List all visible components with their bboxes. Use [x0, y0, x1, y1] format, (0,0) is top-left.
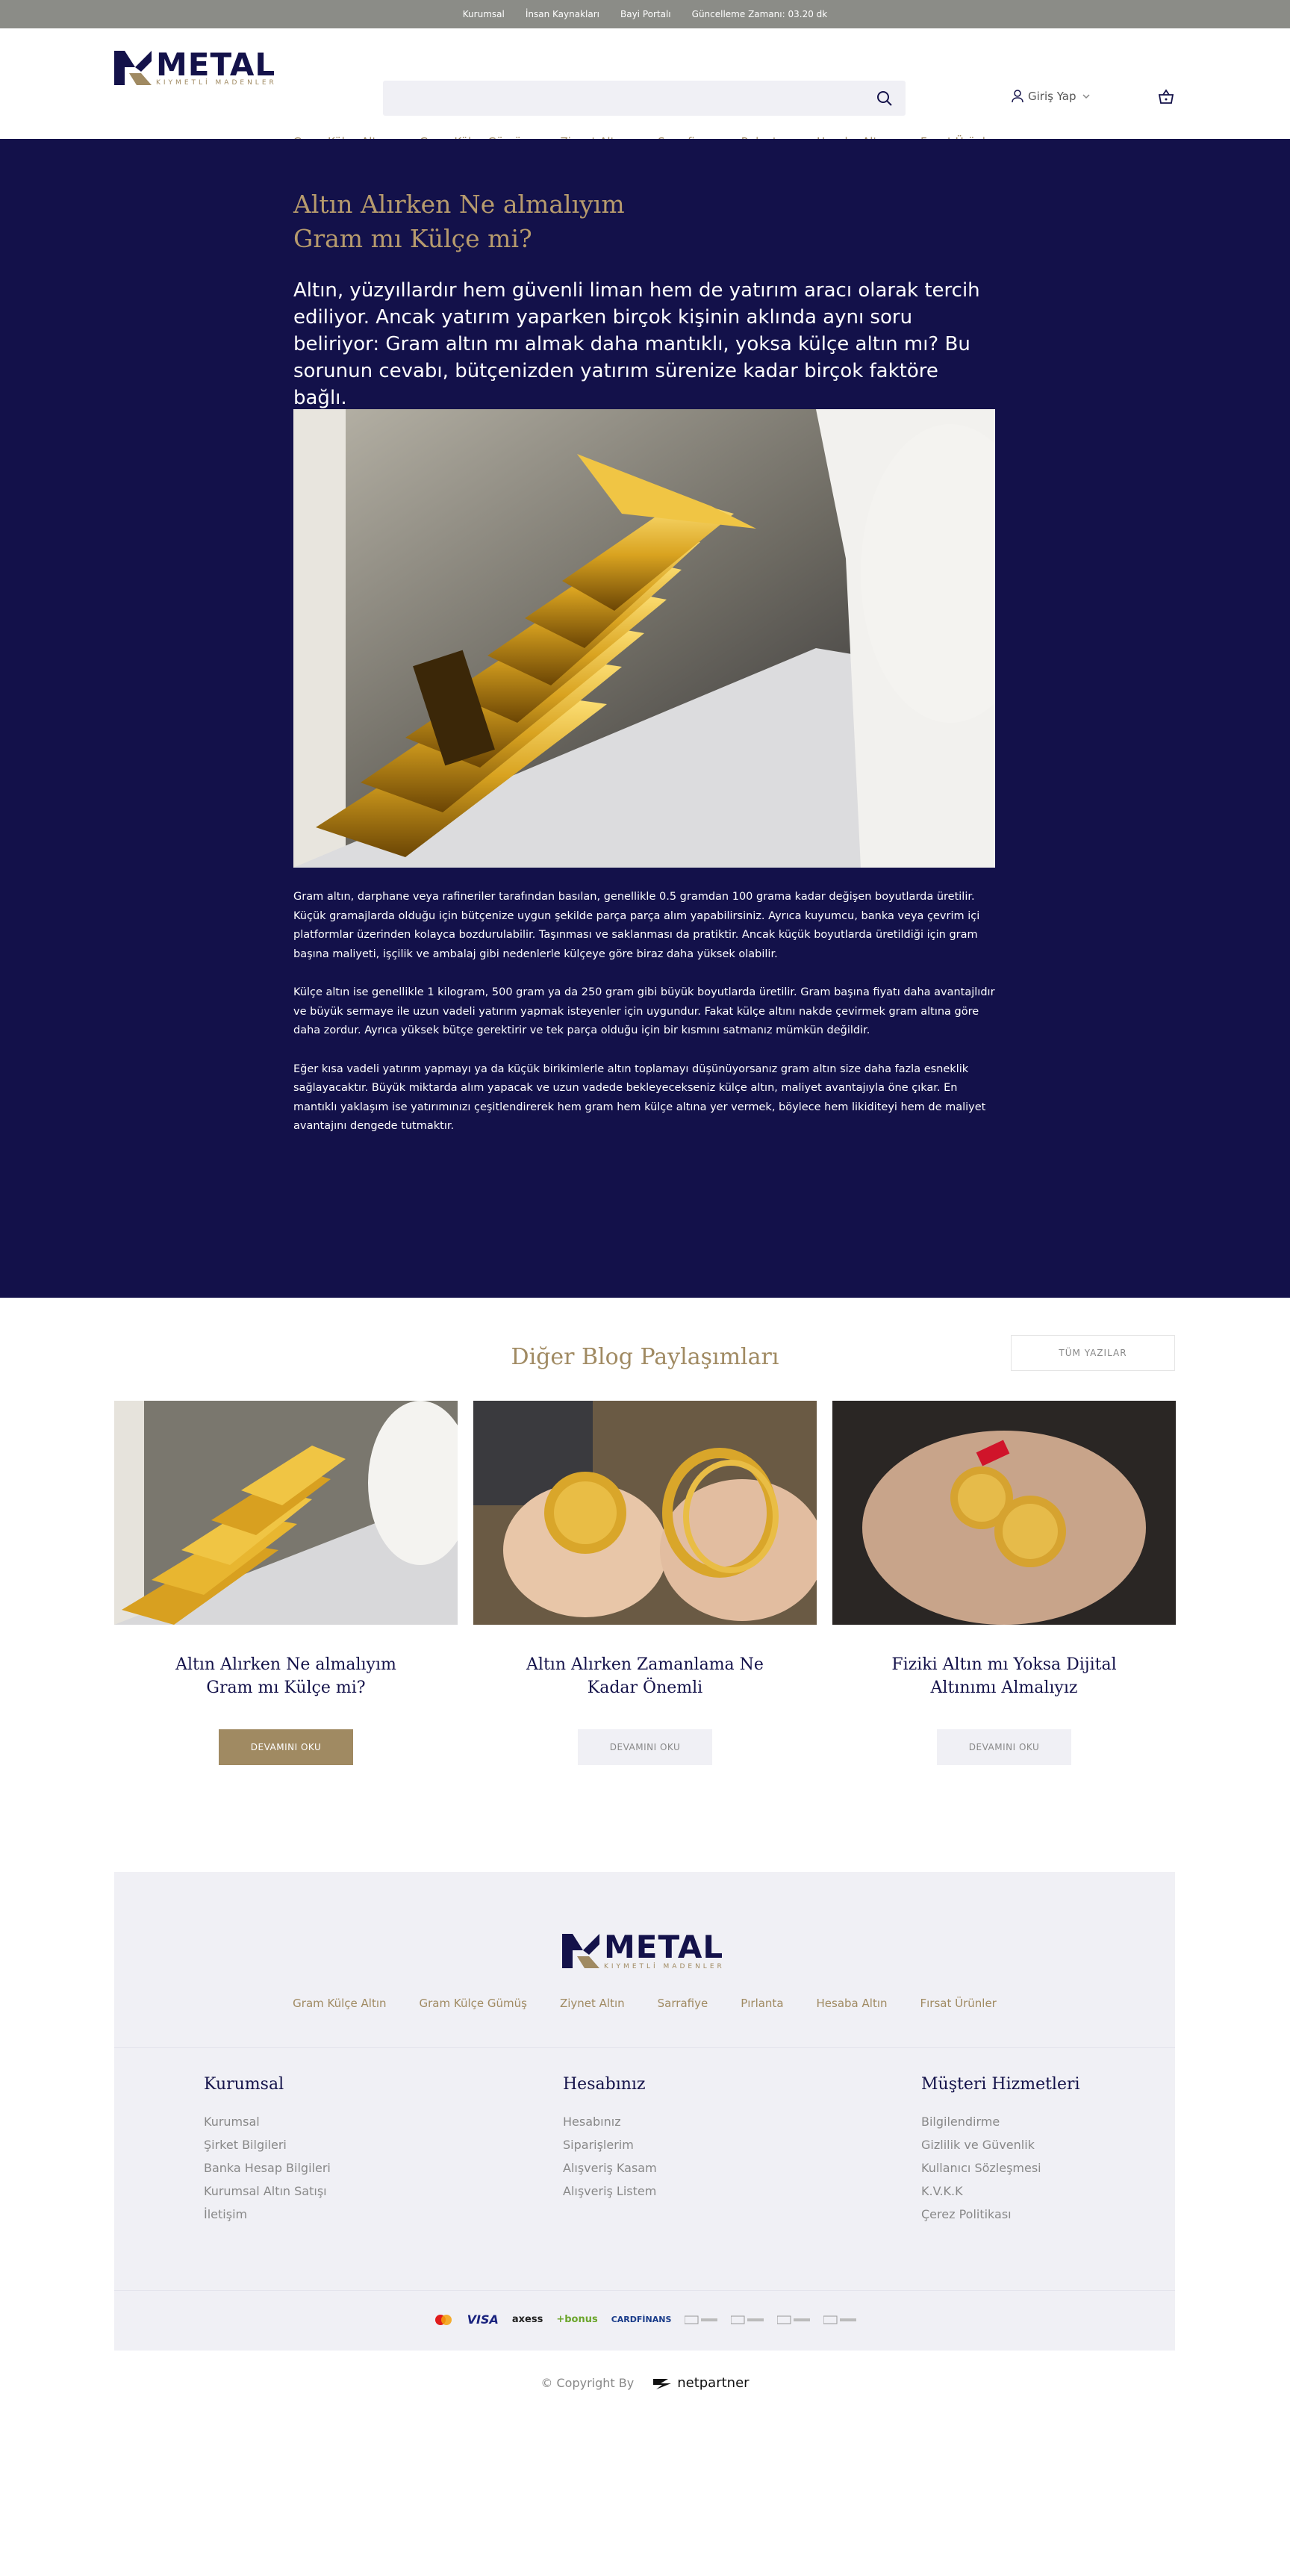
read-more-button[interactable]: DEVAMINI OKU	[219, 1729, 353, 1765]
blog-card-title[interactable]: Altın Alırken Zamanlama Ne Kadar Önemli	[473, 1653, 817, 1699]
top-utility-bar: Kurumsal İnsan Kaynakları Bayi Portalı G…	[0, 0, 1290, 28]
login-label: Giriş Yap	[1028, 90, 1076, 103]
bank-card-icon	[685, 2315, 718, 2324]
footer-column-customer-service: Müşteri Hizmetleri Bilgilendirme Gizlili…	[921, 2075, 1145, 2226]
logo-mark-icon	[562, 1934, 599, 1968]
partner-name: netpartner	[677, 2374, 750, 2391]
footer-link[interactable]: Kurumsal	[204, 2110, 428, 2133]
footer-link[interactable]: Alışveriş Listem	[563, 2180, 787, 2203]
blog-section: Diğer Blog Paylaşımları TÜM YAZILAR Altı…	[0, 1298, 1290, 1865]
article-section: Altın Alırken Ne almalıyım Gram mı Külçe …	[0, 139, 1290, 1298]
article-lead: Altın, yüzyıllardır hem güvenli liman he…	[293, 279, 980, 409]
visa-logo: VISA	[467, 2312, 499, 2327]
article-body: Gram altın, darphane veya rafineriler ta…	[293, 888, 995, 1156]
copyright-bar: © Copyright By netpartner	[0, 2374, 1290, 2391]
footer-link[interactable]: Şirket Bilgileri	[204, 2133, 428, 2156]
footer-nav-item[interactable]: Hesaba Altın	[817, 1997, 888, 2010]
basket-icon[interactable]	[1157, 88, 1175, 106]
netpartner-logo-icon	[653, 2379, 672, 2389]
axess-logo: axess	[511, 2314, 543, 2325]
bank-card-icon	[823, 2315, 857, 2324]
site-header: METAL KIYMETLİ MADENLER Giriş Yap Gram K…	[0, 28, 1290, 149]
login-menu[interactable]: Giriş Yap	[1012, 90, 1091, 103]
bank-card-icon	[777, 2315, 811, 2324]
read-more-button[interactable]: DEVAMINI OKU	[578, 1729, 712, 1765]
blog-card: Fiziki Altın mı Yoksa Dijital Altınımı A…	[832, 1401, 1176, 1765]
footer-link[interactable]: Banka Hesap Bilgileri	[204, 2156, 428, 2180]
topbar-link-hr[interactable]: İnsan Kaynakları	[526, 9, 599, 19]
article-title: Altın Alırken Ne almalıyım Gram mı Külçe …	[293, 190, 625, 253]
cardfinans-logo: CARDFİNANS	[611, 2315, 672, 2324]
site-logo[interactable]: METAL KIYMETLİ MADENLER	[114, 49, 277, 87]
blog-card-image[interactable]	[832, 1401, 1176, 1625]
blog-card-image[interactable]	[114, 1401, 458, 1625]
blog-card-title[interactable]: Altın Alırken Ne almalıyım Gram mı Külçe…	[114, 1653, 458, 1699]
article-paragraph: Eğer kısa vadeli yatırım yapmayı ya da k…	[293, 1063, 986, 1133]
payment-methods: VISA axess +bonus CARDFİNANS	[114, 2312, 1175, 2327]
blog-card-title[interactable]: Fiziki Altın mı Yoksa Dijital Altınımı A…	[832, 1653, 1176, 1699]
logo-wordmark: METAL	[156, 46, 276, 83]
footer-nav: Gram Külçe Altın Gram Külçe Gümüş Ziynet…	[114, 1997, 1175, 2010]
logo-tagline: KIYMETLİ MADENLER	[156, 79, 277, 87]
footer-link[interactable]: Bilgilendirme	[921, 2110, 1145, 2133]
user-icon	[1012, 90, 1023, 103]
all-posts-button[interactable]: TÜM YAZILAR	[1011, 1335, 1175, 1371]
topbar-link-kurumsal[interactable]: Kurumsal	[463, 9, 505, 19]
footer-nav-item[interactable]: Ziynet Altın	[560, 1997, 625, 2010]
search-icon[interactable]	[876, 90, 894, 108]
footer-logo[interactable]: METAL KIYMETLİ MADENLER	[562, 1932, 725, 1970]
footer-link[interactable]: Siparişlerim	[563, 2133, 787, 2156]
footer-nav-item[interactable]: Gram Külçe Altın	[293, 1997, 386, 2010]
footer-link[interactable]: Gizlilik ve Güvenlik	[921, 2133, 1145, 2156]
footer-divider	[114, 2290, 1175, 2291]
bonus-logo: +bonus	[556, 2314, 598, 2325]
footer-nav-item[interactable]: Sarrafiye	[658, 1997, 708, 2010]
gold-bars-image	[293, 409, 995, 868]
footer-link[interactable]: K.V.K.K	[921, 2180, 1145, 2203]
footer-link[interactable]: Alışveriş Kasam	[563, 2156, 787, 2180]
chevron-down-icon	[1082, 94, 1090, 99]
mastercard-icon	[434, 2314, 452, 2325]
footer-link[interactable]: İletişim	[204, 2203, 428, 2226]
footer-link[interactable]: Çerez Politikası	[921, 2203, 1145, 2226]
footer-link[interactable]: Kurumsal Altın Satışı	[204, 2180, 428, 2203]
logo-mark-icon	[114, 51, 152, 85]
blog-card: Altın Alırken Ne almalıyım Gram mı Külçe…	[114, 1401, 458, 1765]
copyright-text: © Copyright By	[540, 2375, 635, 2390]
blog-card: Altın Alırken Zamanlama Ne Kadar Önemli …	[473, 1401, 817, 1765]
footer-nav-item[interactable]: Pırlanta	[741, 1997, 783, 2010]
footer-column-heading: Müşteri Hizmetleri	[921, 2075, 1080, 2094]
blog-card-image[interactable]	[473, 1401, 817, 1625]
blog-card-list: Altın Alırken Ne almalıyım Gram mı Külçe…	[114, 1401, 1176, 1765]
footer-nav-item[interactable]: Fırsat Ürünler	[920, 1997, 997, 2010]
bank-card-icon	[731, 2315, 764, 2324]
search-input[interactable]	[383, 81, 906, 116]
footer-nav-item[interactable]: Gram Külçe Gümüş	[420, 1997, 527, 2010]
topbar-link-dealer[interactable]: Bayi Portalı	[620, 9, 671, 19]
footer-link[interactable]: Kullanıcı Sözleşmesi	[921, 2156, 1145, 2180]
footer-divider	[114, 2047, 1175, 2048]
footer-logo-tagline: KIYMETLİ MADENLER	[604, 1963, 725, 1970]
footer-link[interactable]: Hesabınız	[563, 2110, 787, 2133]
footer-column-heading: Hesabınız	[563, 2075, 646, 2094]
netpartner-link[interactable]: netpartner	[652, 2374, 750, 2391]
footer-column-account: Hesabınız Hesabınız Siparişlerim Alışver…	[563, 2075, 787, 2203]
footer-logo-wordmark: METAL	[604, 1929, 724, 1965]
article-paragraph: Külçe altın ise genellikle 1 kilogram, 5…	[293, 986, 995, 1036]
read-more-button[interactable]: DEVAMINI OKU	[937, 1729, 1071, 1765]
footer-column-corporate: Kurumsal Kurumsal Şirket Bilgileri Banka…	[204, 2075, 428, 2226]
article-paragraph: Gram altın, darphane veya rafineriler ta…	[293, 891, 980, 960]
update-time: Güncelleme Zamanı: 03.20 dk	[691, 9, 828, 19]
footer-column-heading: Kurumsal	[204, 2075, 284, 2094]
site-footer: METAL KIYMETLİ MADENLER Gram Külçe Altın…	[114, 1872, 1175, 2351]
